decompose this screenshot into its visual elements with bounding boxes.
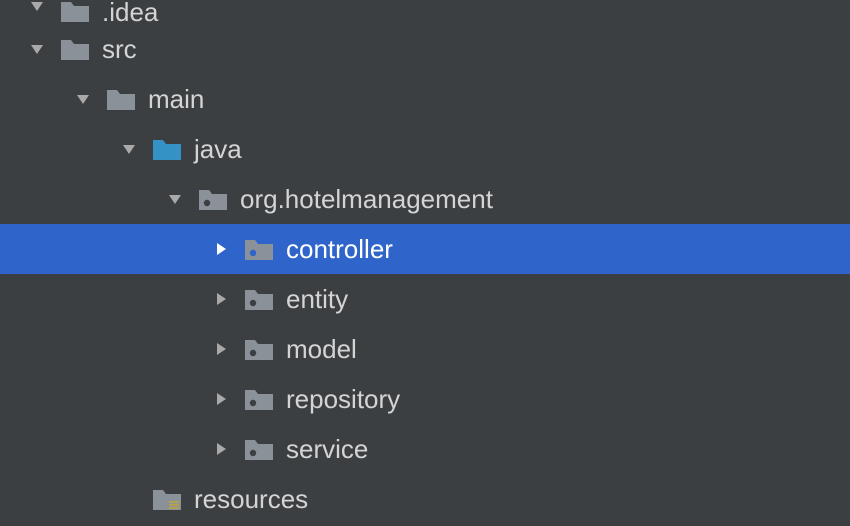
expand-arrow-icon[interactable] [206,384,236,414]
tree-item-label: repository [286,384,400,415]
source-folder-icon [152,136,182,162]
tree-item-src[interactable]: src [0,24,850,74]
tree-item-label: .idea [102,0,158,24]
tree-item-java[interactable]: java [0,124,850,174]
tree-item-main[interactable]: main [0,74,850,124]
folder-icon [60,0,90,24]
project-tree: .idea src main java [0,0,850,524]
tree-item-label: org.hotelmanagement [240,184,493,215]
package-icon [244,286,274,312]
package-icon [244,336,274,362]
collapse-arrow-icon[interactable] [22,34,52,64]
tree-item-label: model [286,334,357,365]
tree-item-service[interactable]: service [0,424,850,474]
collapse-arrow-icon[interactable] [160,184,190,214]
tree-item-repository[interactable]: repository [0,374,850,424]
package-icon [198,186,228,212]
expand-arrow-icon[interactable] [206,284,236,314]
collapse-arrow-icon[interactable] [114,134,144,164]
folder-icon [60,36,90,62]
package-icon [244,436,274,462]
tree-item-label: resources [194,484,308,515]
folder-icon [106,86,136,112]
expand-arrow-icon[interactable] [22,0,52,24]
tree-item-package-root[interactable]: org.hotelmanagement [0,174,850,224]
tree-item-label: entity [286,284,348,315]
tree-item-label: java [194,134,242,165]
tree-item-resources[interactable]: resources [0,474,850,524]
package-icon [244,236,274,262]
tree-item-controller[interactable]: controller [0,224,850,274]
resources-folder-icon [152,486,182,512]
tree-item-label: controller [286,234,393,265]
tree-item-label: src [102,34,137,65]
tree-item-label: main [148,84,204,115]
tree-item-idea[interactable]: .idea [0,0,850,24]
expand-arrow-icon[interactable] [206,234,236,264]
expand-arrow-icon[interactable] [206,434,236,464]
expand-arrow-icon[interactable] [206,334,236,364]
package-icon [244,386,274,412]
tree-item-model[interactable]: model [0,324,850,374]
tree-item-label: service [286,434,368,465]
collapse-arrow-icon[interactable] [68,84,98,114]
tree-item-entity[interactable]: entity [0,274,850,324]
